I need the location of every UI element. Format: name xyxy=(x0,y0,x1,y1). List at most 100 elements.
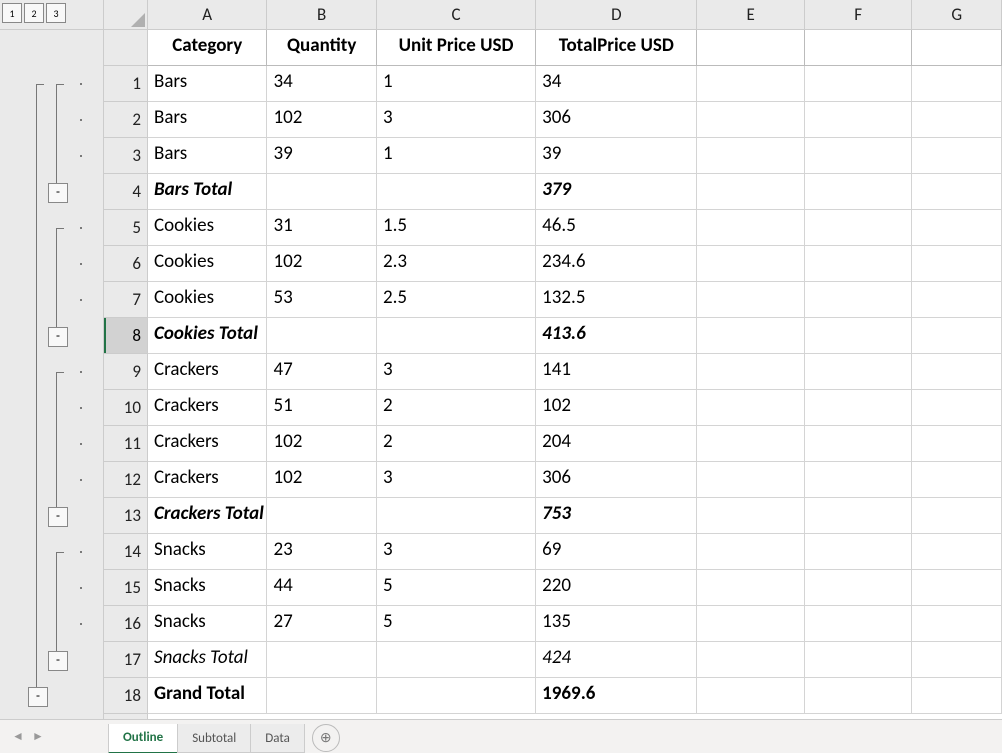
cell[interactable] xyxy=(805,282,913,318)
cell[interactable]: Bars xyxy=(148,66,267,102)
cell[interactable]: 46.5 xyxy=(536,210,697,246)
add-sheet-button[interactable]: ⊕ xyxy=(312,724,340,752)
sheet-tab-subtotal[interactable]: Subtotal xyxy=(177,724,251,753)
cell[interactable]: 39 xyxy=(536,138,697,174)
tab-scroll-prev-icon[interactable]: ◄ xyxy=(8,727,28,747)
cell[interactable]: 1 xyxy=(377,66,536,102)
outline-collapse-grand-button[interactable]: - xyxy=(28,687,48,707)
tab-scroll-next-icon[interactable]: ► xyxy=(28,727,48,747)
cell[interactable]: 306 xyxy=(536,462,697,498)
cell[interactable] xyxy=(912,570,1002,606)
cell[interactable]: 379 xyxy=(536,174,697,210)
cell[interactable]: Crackers xyxy=(148,354,267,390)
cell[interactable] xyxy=(805,102,913,138)
cell[interactable]: 102 xyxy=(267,246,377,282)
cell[interactable] xyxy=(377,318,536,354)
cell[interactable] xyxy=(912,246,1002,282)
cell[interactable]: 132.5 xyxy=(536,282,697,318)
cell[interactable] xyxy=(912,102,1002,138)
cell[interactable]: Bars Total xyxy=(148,174,267,210)
col-header-C[interactable]: C xyxy=(377,0,536,29)
outline-level-1-button[interactable]: 1 xyxy=(2,3,22,23)
row-header-11[interactable]: 11 xyxy=(104,426,147,462)
cell[interactable] xyxy=(805,534,913,570)
cell[interactable] xyxy=(912,534,1002,570)
row-header-9[interactable]: 9 xyxy=(104,354,147,390)
cell[interactable]: Cookies xyxy=(148,246,267,282)
cell[interactable]: 753 xyxy=(536,498,697,534)
cell[interactable] xyxy=(697,318,805,354)
cell[interactable] xyxy=(805,174,913,210)
outline-collapse-button[interactable]: - xyxy=(48,183,68,203)
cell[interactable] xyxy=(697,174,805,210)
row-header-3[interactable]: 3 xyxy=(104,138,147,174)
row-header-13[interactable]: 13 xyxy=(104,498,147,534)
cell[interactable] xyxy=(697,138,805,174)
cell[interactable] xyxy=(805,390,913,426)
cell[interactable]: 102 xyxy=(267,462,377,498)
outline-level-2-button[interactable]: 2 xyxy=(24,3,44,23)
cell[interactable] xyxy=(805,462,913,498)
cell[interactable] xyxy=(697,282,805,318)
cell-grid[interactable]: CategoryQuantityUnit Price USDTotalPrice… xyxy=(148,30,1002,719)
row-header-8[interactable]: 8 xyxy=(104,318,147,354)
row-header-2[interactable]: 2 xyxy=(104,102,147,138)
cell[interactable] xyxy=(805,642,913,678)
header-cell[interactable] xyxy=(805,30,913,66)
col-header-G[interactable]: G xyxy=(912,0,1002,29)
row-header-1[interactable]: 1 xyxy=(104,66,147,102)
cell[interactable]: Bars xyxy=(148,102,267,138)
row-header-6[interactable]: 6 xyxy=(104,246,147,282)
row-header-17[interactable]: 17 xyxy=(104,642,147,678)
cell[interactable] xyxy=(912,606,1002,642)
cell[interactable] xyxy=(697,606,805,642)
cell[interactable] xyxy=(267,642,377,678)
sheet-tab-outline[interactable]: Outline xyxy=(108,724,178,753)
cell[interactable] xyxy=(267,498,377,534)
cell[interactable]: 413.6 xyxy=(536,318,697,354)
cell[interactable]: 47 xyxy=(267,354,377,390)
cell[interactable] xyxy=(805,210,913,246)
col-header-F[interactable]: F xyxy=(805,0,913,29)
cell[interactable]: Cookies Total xyxy=(148,318,267,354)
cell[interactable] xyxy=(697,246,805,282)
cell[interactable] xyxy=(377,174,536,210)
col-header-D[interactable]: D xyxy=(536,0,697,29)
cell[interactable] xyxy=(912,354,1002,390)
cell[interactable]: 102 xyxy=(267,426,377,462)
cell[interactable]: 31 xyxy=(267,210,377,246)
row-header-10[interactable]: 10 xyxy=(104,390,147,426)
cell[interactable] xyxy=(805,426,913,462)
cell[interactable]: Snacks xyxy=(148,534,267,570)
cell[interactable]: 2.3 xyxy=(377,246,536,282)
cell[interactable] xyxy=(912,390,1002,426)
sheet-tab-data[interactable]: Data xyxy=(250,724,305,753)
cell[interactable]: Snacks xyxy=(148,606,267,642)
cell[interactable] xyxy=(267,318,377,354)
cell[interactable]: 3 xyxy=(377,102,536,138)
cell[interactable] xyxy=(912,66,1002,102)
cell[interactable]: 135 xyxy=(536,606,697,642)
cell[interactable] xyxy=(805,246,913,282)
cell[interactable]: 69 xyxy=(536,534,697,570)
row-header-15[interactable]: 15 xyxy=(104,570,147,606)
cell[interactable]: 1969.6 xyxy=(536,678,697,714)
cell[interactable] xyxy=(805,678,913,714)
header-cell[interactable]: Quantity xyxy=(267,30,377,66)
cell[interactable]: 2 xyxy=(377,426,536,462)
col-header-B[interactable]: B xyxy=(267,0,376,29)
cell[interactable]: 3 xyxy=(377,354,536,390)
outline-collapse-button[interactable]: - xyxy=(48,327,68,347)
cell[interactable] xyxy=(697,210,805,246)
col-header-E[interactable]: E xyxy=(697,0,805,29)
cell[interactable]: 44 xyxy=(267,570,377,606)
select-all-corner[interactable] xyxy=(104,0,148,30)
cell[interactable] xyxy=(697,390,805,426)
row-header-16[interactable]: 16 xyxy=(104,606,147,642)
cell[interactable]: 220 xyxy=(536,570,697,606)
cell[interactable] xyxy=(805,606,913,642)
cell[interactable]: 234.6 xyxy=(536,246,697,282)
cell[interactable]: 2 xyxy=(377,390,536,426)
cell[interactable] xyxy=(697,642,805,678)
cell[interactable] xyxy=(912,426,1002,462)
